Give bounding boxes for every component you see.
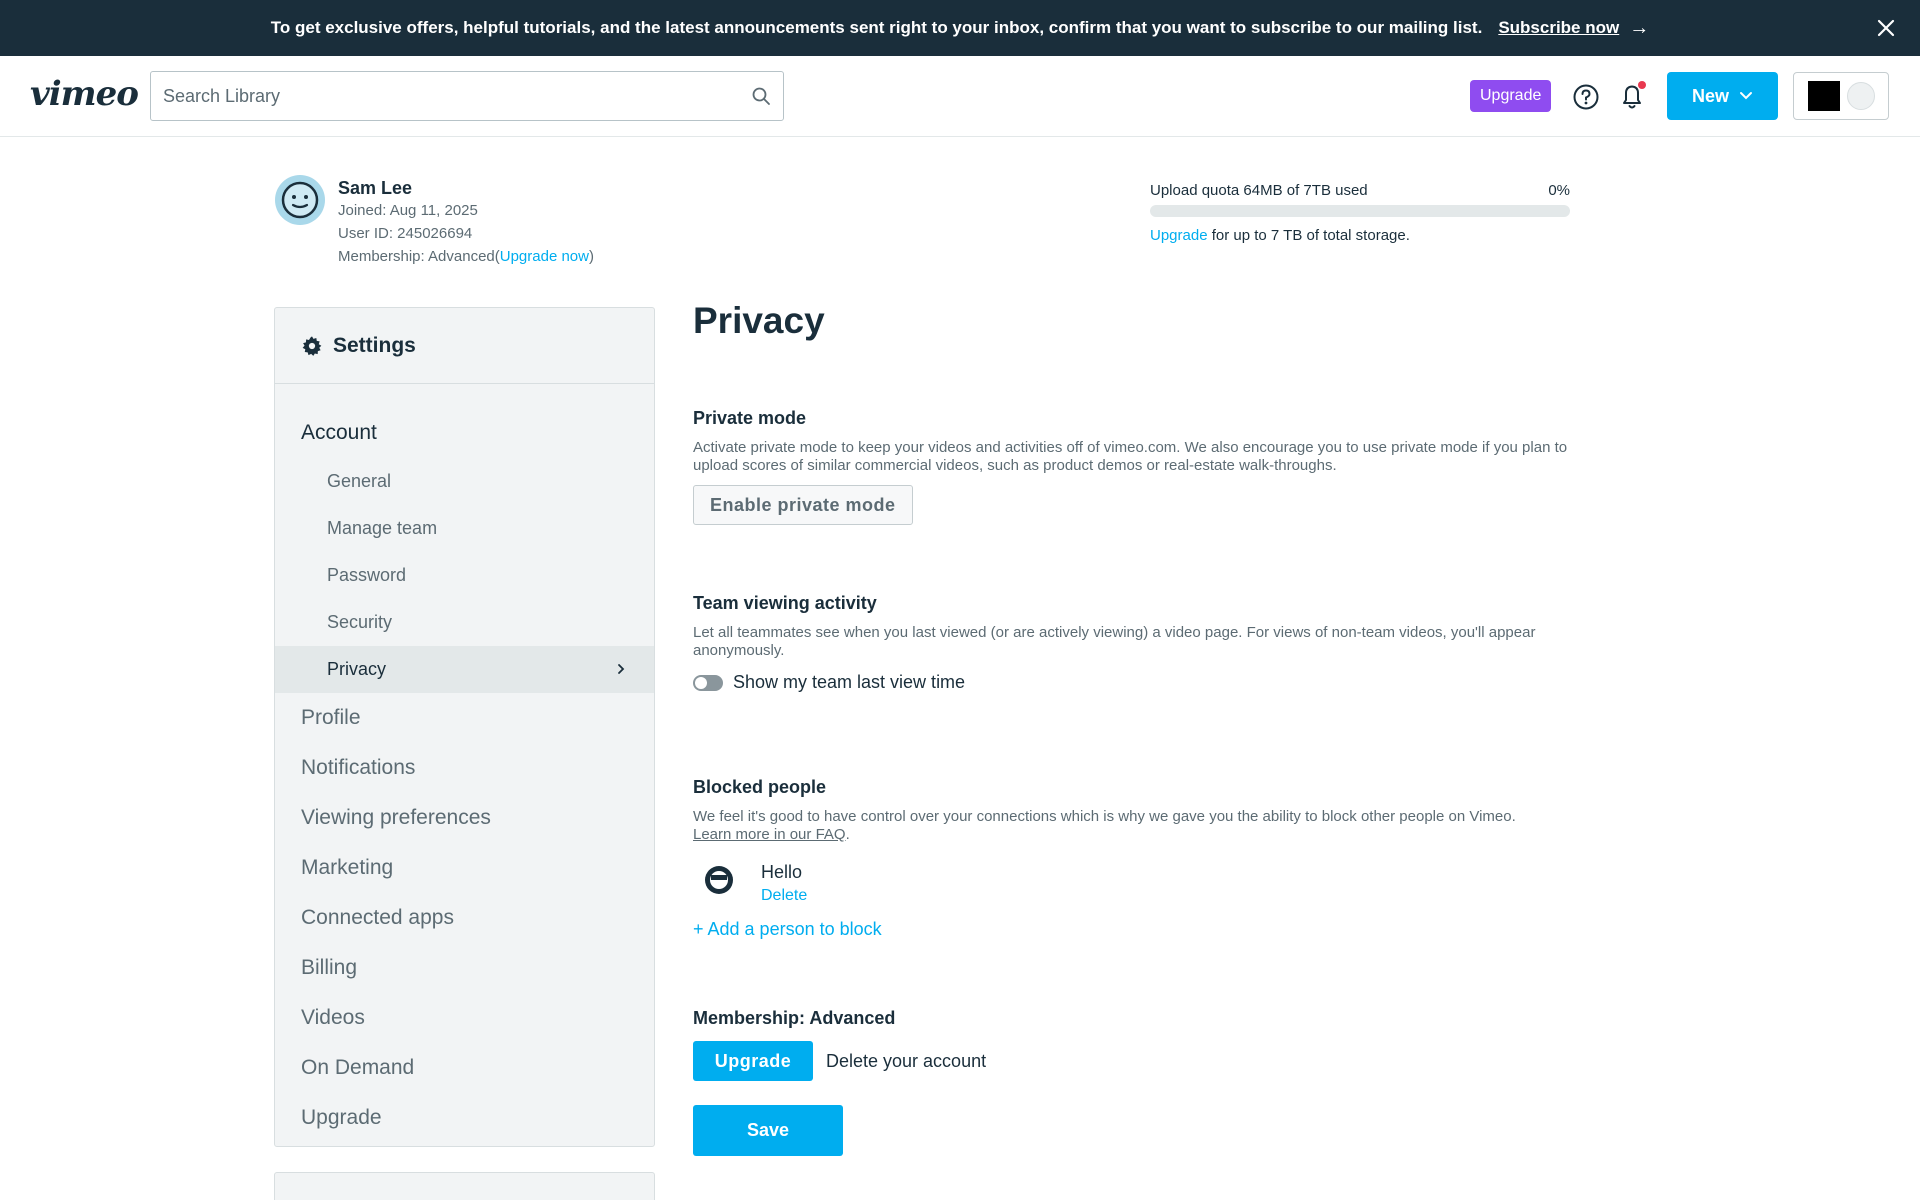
account-switcher[interactable] — [1793, 72, 1889, 120]
gear-icon — [302, 335, 322, 356]
quota-upgrade-link[interactable]: Upgrade — [1150, 227, 1208, 244]
add-person-to-block-link[interactable]: + Add a person to block — [693, 919, 882, 940]
quota-note: Upgrade for up to 7 TB of total storage. — [1150, 227, 1570, 244]
sidebar-item-label: Privacy — [327, 659, 387, 679]
blocked-people-section: Blocked people We feel it's good to have… — [693, 777, 1573, 940]
notification-bell-icon[interactable] — [1618, 80, 1648, 112]
sidebar-item-videos[interactable]: Videos — [275, 993, 654, 1043]
sidebar-item-upgrade[interactable]: Upgrade — [275, 1093, 654, 1143]
upgrade-now-link[interactable]: Upgrade now — [500, 248, 589, 265]
blocked-person-name: Hello — [761, 862, 803, 882]
quota-progress-bar — [1150, 205, 1570, 217]
private-mode-section: Private mode Activate private mode to ke… — [693, 408, 1573, 525]
arrow-right-icon[interactable]: → — [1629, 17, 1649, 40]
private-mode-title: Private mode — [693, 408, 807, 428]
team-viewing-description: Let all teammates see when you last view… — [693, 624, 1536, 659]
subscribe-now-link[interactable]: Subscribe now — [1498, 18, 1619, 38]
toggle-knob — [695, 676, 707, 689]
quota-label: Upload quota 64MB of 7TB used — [1150, 182, 1368, 199]
new-button-label: New — [1691, 85, 1729, 106]
close-icon[interactable] — [1872, 14, 1900, 42]
team-view-toggle-row: Show my team last view time — [693, 672, 1573, 693]
team-view-toggle-label: Show my team last view time — [733, 672, 966, 692]
page-title: Privacy — [693, 300, 825, 341]
quota-note-text: for up to 7 TB of total storage. — [1207, 227, 1410, 244]
user-id: User ID: 245026694 — [338, 225, 473, 242]
membership-suffix: ) — [588, 248, 594, 265]
blocked-user-icon — [705, 866, 733, 894]
blocked-desc-text: We feel it's good to have control over y… — [693, 808, 1516, 825]
sidebar-item-security[interactable]: Security — [275, 599, 654, 646]
sidebar-item-account[interactable]: Account — [275, 408, 654, 458]
sidebar-item-on-demand[interactable]: On Demand — [275, 1043, 654, 1093]
sidebar-item-viewing-preferences[interactable]: Viewing preferences — [275, 793, 654, 843]
team-thumbnail — [1807, 81, 1840, 111]
membership-title: Membership: Advanced — [693, 1008, 896, 1028]
upload-quota: Upload quota 64MB of 7TB used 0% Upgrade… — [1150, 182, 1570, 244]
membership-text: Membership: Advanced( — [338, 248, 500, 265]
quota-percent: 0% — [1548, 182, 1570, 199]
team-view-toggle[interactable] — [693, 674, 723, 691]
membership-upgrade-button[interactable]: Upgrade — [693, 1041, 813, 1081]
team-viewing-section: Team viewing activity Let all teammates … — [693, 593, 1573, 693]
delete-blocked-link[interactable]: Delete — [761, 887, 807, 905]
vimeo-logo[interactable]: vimeo — [30, 74, 139, 114]
sidebar-item-manage-team[interactable]: Manage team — [275, 505, 654, 552]
membership-line: Membership: Advanced(Upgrade now) — [338, 245, 738, 268]
banner-message: To get exclusive offers, helpful tutoria… — [270, 18, 1483, 37]
sidebar-title: Settings — [333, 333, 416, 357]
search-input[interactable] — [163, 85, 751, 107]
sidebar-header: Settings — [275, 308, 654, 384]
blocked-people-title: Blocked people — [693, 777, 827, 797]
sidebar-item-privacy[interactable]: Privacy — [275, 646, 654, 693]
sidebar-item-password[interactable]: Password — [275, 552, 654, 599]
help-icon[interactable] — [1572, 83, 1600, 111]
settings-sidebar: Settings Account General Manage team Pas… — [274, 307, 655, 1147]
user-avatar-icon — [275, 175, 325, 225]
top-navigation: vimeo Upgrade New — [0, 56, 1920, 137]
search-box[interactable] — [150, 71, 784, 121]
membership-section: Membership: Advanced Upgrade Delete your… — [693, 1008, 1573, 1156]
sidebar-item-general[interactable]: General — [275, 458, 654, 505]
announcement-banner: To get exclusive offers, helpful tutoria… — [0, 0, 1920, 56]
faq-link[interactable]: Learn more in our FAQ — [693, 826, 846, 843]
joined-date: Joined: Aug 11, 2025 — [338, 202, 478, 219]
new-button[interactable]: New — [1667, 72, 1778, 120]
sidebar-nav: Account General Manage team Password Sec… — [275, 384, 654, 1143]
chevron-down-icon — [1740, 92, 1752, 100]
sidebar-item-connected-apps[interactable]: Connected apps — [275, 893, 654, 943]
enable-private-mode-button[interactable]: Enable private mode — [693, 485, 913, 525]
private-mode-description: Activate private mode to keep your video… — [693, 439, 1568, 474]
secondary-sidebar-panel — [274, 1172, 655, 1200]
save-button[interactable]: Save — [693, 1105, 843, 1156]
sidebar-item-marketing[interactable]: Marketing — [275, 843, 654, 893]
sidebar-item-profile[interactable]: Profile — [275, 693, 654, 743]
header-upgrade-button[interactable]: Upgrade — [1470, 80, 1552, 112]
chevron-right-icon — [618, 664, 625, 674]
delete-account-link[interactable]: Delete your account — [826, 1051, 986, 1072]
blocked-person: Hello Delete — [693, 862, 1573, 905]
faq-suffix: . — [845, 826, 850, 843]
blocked-people-description: We feel it's good to have control over y… — [693, 808, 1573, 844]
team-viewing-title: Team viewing activity — [693, 593, 877, 613]
sidebar-item-billing[interactable]: Billing — [275, 943, 654, 993]
privacy-settings: Privacy Private mode Activate private mo… — [693, 300, 1573, 1156]
user-name: Sam Lee — [338, 178, 413, 198]
search-icon[interactable] — [751, 86, 771, 106]
avatar — [1846, 82, 1875, 110]
sidebar-item-notifications[interactable]: Notifications — [275, 743, 654, 793]
